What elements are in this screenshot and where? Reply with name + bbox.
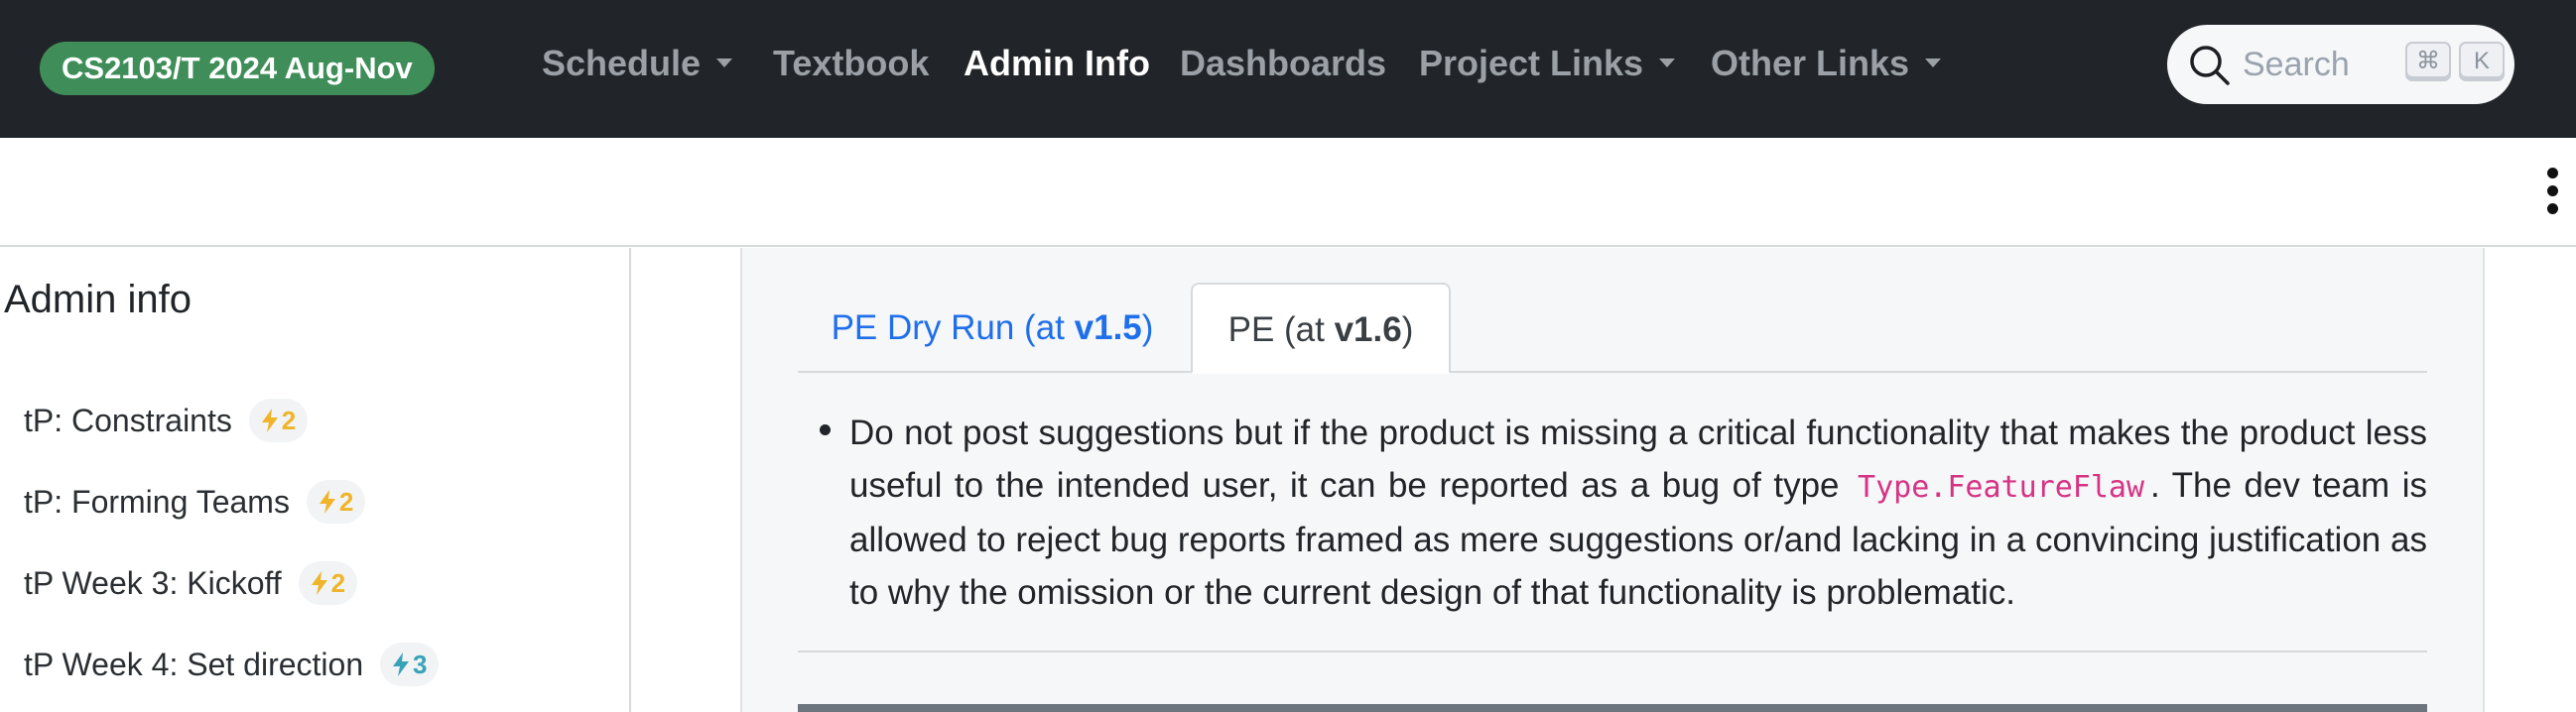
level-badge: 2 [306,479,366,524]
bullet-item: Do not post suggestions but if the produ… [849,407,2427,619]
lightning-icon [319,489,335,514]
secondary-toolbar [0,138,2576,247]
sidebar-item-label: tP Week 4: Set direction [24,647,364,682]
tab-pe[interactable]: PE (at v1.6) [1191,283,1451,374]
level-badge: 2 [298,560,358,605]
lightning-icon [261,408,278,432]
chevron-down-icon [1925,58,1942,67]
tab-label-version: v1.6 [1334,310,1402,349]
nav-dashboards[interactable]: Dashboards [1180,38,1386,89]
inline-code: Type.FeatureFlaw [1858,470,2144,505]
nav-admin-info-label: Admin Info [964,43,1150,83]
tab-label-version: v1.5 [1074,308,1142,347]
nav-project-links[interactable]: Project Links [1419,38,1676,89]
nav-textbook-label: Textbook [773,43,930,83]
sidebar-title: Admin info [4,278,192,321]
code-block-edge [798,704,2427,712]
nav-admin-info[interactable]: Admin Info [964,38,1150,89]
level-badge: 3 [380,642,440,686]
level-badge-value: 3 [413,649,428,679]
top-navbar: CS2103/T 2024 Aug-Nov Schedule Textbook … [0,0,2576,138]
lightning-icon [311,570,327,595]
nav-project-links-label: Project Links [1419,43,1644,83]
nav-other-links-label: Other Links [1711,43,1910,83]
site-brand-badge[interactable]: CS2103/T 2024 Aug-Nov [40,42,435,95]
nav-textbook[interactable]: Textbook [773,38,929,89]
level-badge-value: 2 [281,405,297,435]
tab-label-suffix: ) [1141,308,1154,347]
tab-label-prefix: PE (at [1227,310,1335,349]
search-box[interactable]: Search ⌘ K [2167,25,2514,104]
level-badge-value: 2 [330,567,346,598]
sidebar-item-tp-constraints[interactable]: tP: Constraints 2 [24,398,309,445]
sidebar-item-tp-week4-set-direction[interactable]: tP Week 4: Set direction 3 [24,642,440,689]
sidebar-item-label: tP Week 3: Kickoff [24,565,282,601]
kebab-menu-icon[interactable] [2540,168,2564,219]
tab-label-suffix: ) [1401,310,1414,349]
level-badge-value: 2 [338,486,354,517]
search-placeholder: Search [2243,46,2350,83]
tab-label-prefix: PE Dry Run (at [831,308,1075,347]
nav-schedule[interactable]: Schedule [542,38,733,89]
chevron-down-icon [716,58,733,67]
sidebar-item-label: tP: Forming Teams [24,484,290,520]
sidebar: Admin info tP: Constraints 2 tP: Forming… [0,248,631,712]
chevron-down-icon [1659,58,1676,67]
level-badge: 2 [248,398,309,442]
search-icon [2190,46,2230,85]
tab-pe-dry-run[interactable]: PE Dry Run (at v1.5) [802,283,1183,374]
shortcut-key-cmd: ⌘ [2405,42,2451,81]
sidebar-item-tp-forming-teams[interactable]: tP: Forming Teams 2 [24,479,366,527]
nav-schedule-label: Schedule [542,43,702,83]
nav-dashboards-label: Dashboards [1180,43,1387,83]
nav-other-links[interactable]: Other Links [1711,38,1942,89]
lightning-icon [393,652,409,676]
sidebar-item-label: tP: Constraints [24,403,232,438]
bullet-icon [820,424,831,435]
content-divider [798,651,2427,653]
shortcut-key-k: K [2459,42,2505,81]
sidebar-item-tp-week3-kickoff[interactable]: tP Week 3: Kickoff 2 [24,560,358,608]
